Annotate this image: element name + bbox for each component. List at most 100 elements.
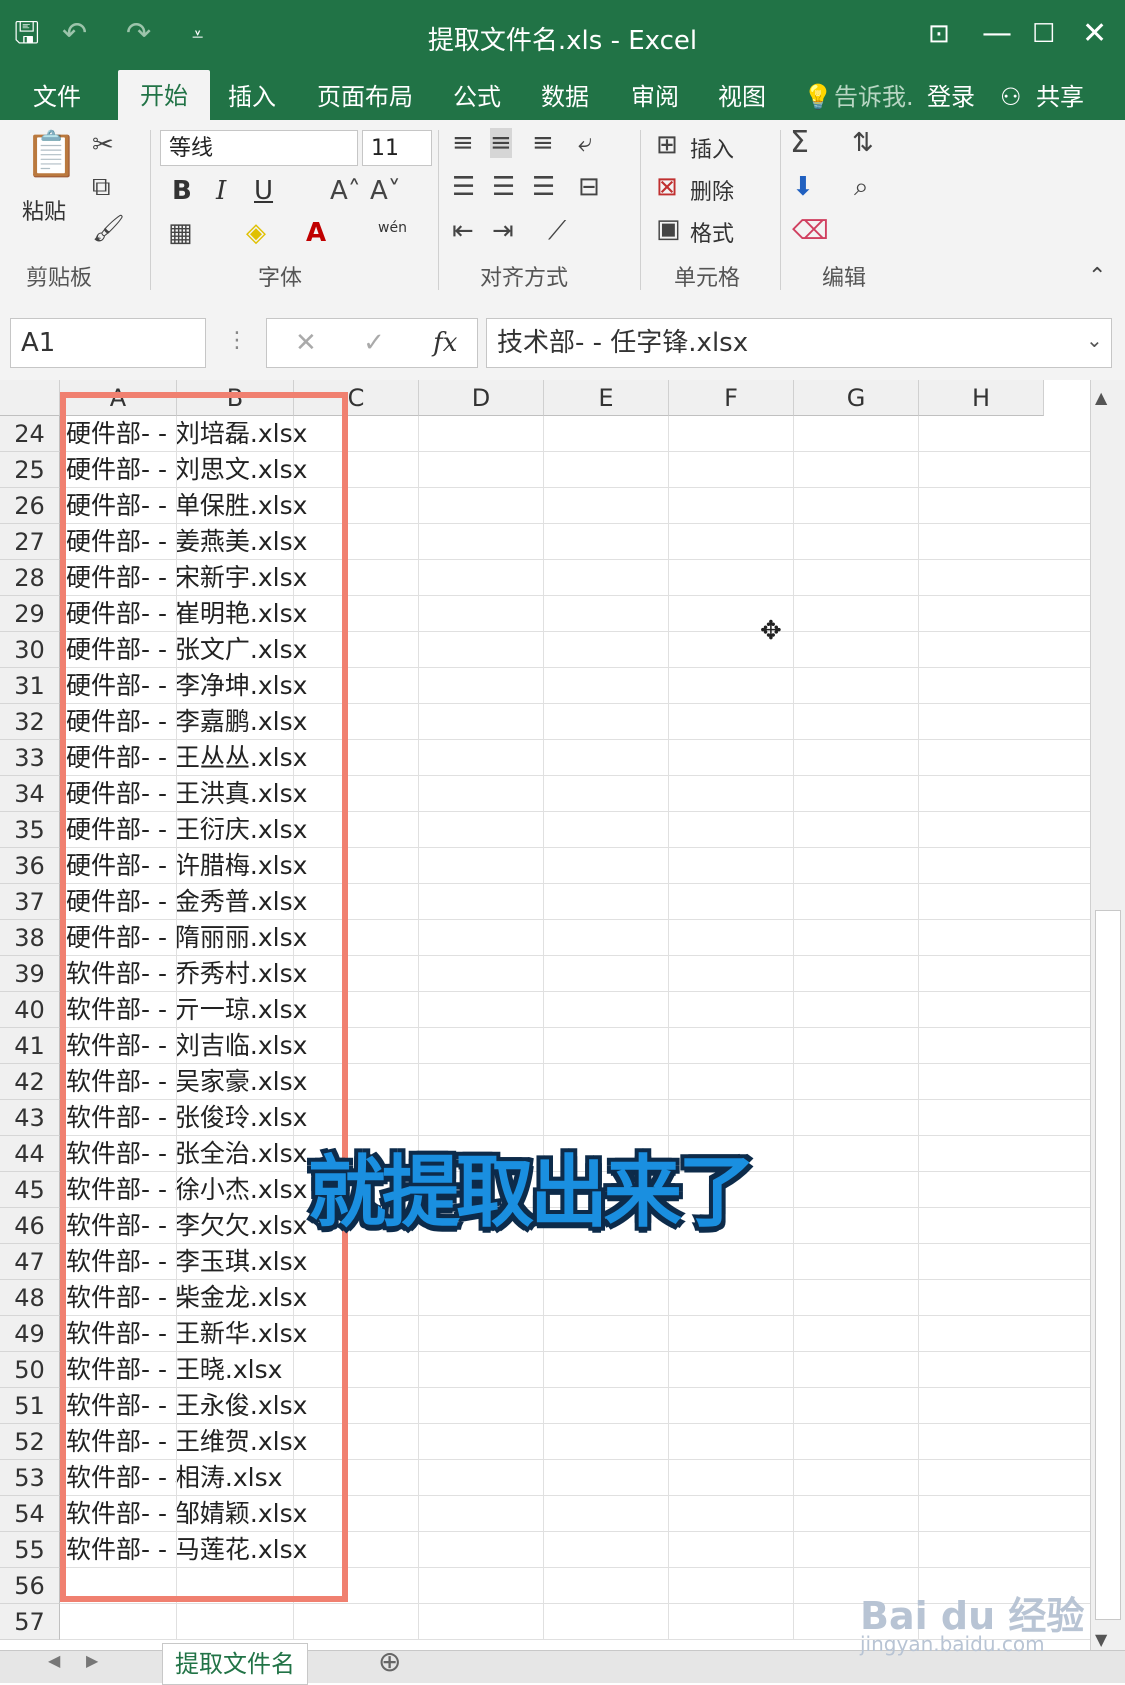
column-header-h[interactable]: H — [919, 380, 1044, 416]
wrap-text-icon[interactable]: ⤶ — [578, 128, 593, 158]
format-painter-icon[interactable]: 🖌 — [92, 214, 125, 244]
delete-cells-button[interactable]: 删除 — [690, 174, 734, 206]
row-header[interactable]: 34 — [0, 776, 60, 812]
column-header-d[interactable]: D — [419, 380, 544, 416]
fill-color-icon[interactable]: ◈ — [246, 218, 266, 248]
autosum-icon[interactable]: Σ — [790, 128, 809, 158]
row-header[interactable]: 39 — [0, 956, 60, 992]
align-right-icon[interactable]: ☰ — [532, 172, 555, 202]
row-header[interactable]: 35 — [0, 812, 60, 848]
phonetic-button[interactable]: wén — [378, 220, 407, 236]
clear-icon[interactable]: ⌫ — [792, 216, 829, 246]
cell-a[interactable] — [62, 1604, 332, 1640]
prev-sheet-icon[interactable]: ◀ — [48, 1651, 60, 1670]
row-header[interactable]: 57 — [0, 1604, 60, 1640]
row-header[interactable]: 32 — [0, 704, 60, 740]
tab-view[interactable]: 视图 — [718, 76, 766, 120]
login-link[interactable]: 登录 — [927, 76, 975, 120]
minimize-icon[interactable]: — — [982, 14, 1012, 54]
grow-font-icon[interactable]: A˄ — [330, 176, 361, 206]
decrease-indent-icon[interactable]: ⇤ — [452, 216, 474, 246]
column-header-e[interactable]: E — [544, 380, 669, 416]
row-header[interactable]: 24 — [0, 416, 60, 452]
row-header[interactable]: 26 — [0, 488, 60, 524]
row-header[interactable]: 51 — [0, 1388, 60, 1424]
maximize-icon[interactable]: ☐ — [1032, 14, 1055, 54]
shrink-font-icon[interactable]: A˅ — [370, 176, 401, 206]
row-header[interactable]: 44 — [0, 1136, 60, 1172]
next-sheet-icon[interactable]: ▶ — [86, 1651, 98, 1670]
italic-button[interactable]: I — [216, 176, 226, 206]
find-select-icon[interactable]: ⌕ — [854, 172, 869, 202]
merge-center-icon[interactable]: ⊟ — [578, 172, 600, 202]
row-header[interactable]: 40 — [0, 992, 60, 1028]
expand-formula-icon[interactable]: ⌄ — [1086, 328, 1103, 352]
underline-button[interactable]: U — [254, 176, 273, 206]
row-header[interactable]: 30 — [0, 632, 60, 668]
row-header[interactable]: 47 — [0, 1244, 60, 1280]
sheet-tab[interactable]: 提取文件名 — [162, 1643, 308, 1685]
insert-cells-icon[interactable]: ⊞ — [656, 130, 678, 160]
font-name-combo[interactable]: 等线 — [160, 130, 358, 166]
row-header[interactable]: 37 — [0, 884, 60, 920]
align-bottom-icon[interactable]: ≡ — [532, 128, 554, 158]
row-header[interactable]: 28 — [0, 560, 60, 596]
font-color-icon[interactable]: A — [306, 218, 326, 248]
increase-indent-icon[interactable]: ⇥ — [492, 216, 514, 246]
tell-me-box[interactable]: 告诉我. — [834, 76, 914, 120]
align-left-icon[interactable]: ☰ — [452, 172, 475, 202]
tab-formulas[interactable]: 公式 — [453, 76, 501, 120]
row-header[interactable]: 52 — [0, 1424, 60, 1460]
row-header[interactable]: 50 — [0, 1352, 60, 1388]
row-header[interactable]: 53 — [0, 1460, 60, 1496]
copy-icon[interactable]: ⧉ — [92, 172, 111, 202]
align-middle-icon[interactable]: ≡ — [490, 128, 512, 158]
select-all-corner[interactable] — [0, 380, 60, 416]
row-header[interactable]: 31 — [0, 668, 60, 704]
row-header[interactable]: 55 — [0, 1532, 60, 1568]
column-header-g[interactable]: G — [794, 380, 919, 416]
row-header[interactable]: 27 — [0, 524, 60, 560]
align-center-icon[interactable]: ☰ — [492, 172, 515, 202]
row-header[interactable]: 33 — [0, 740, 60, 776]
formula-input[interactable]: 技术部- - 任字锋.xlsx — [486, 318, 1112, 368]
ribbon-display-icon[interactable]: ⊡ — [928, 14, 950, 54]
paste-icon[interactable]: 📋 — [24, 130, 79, 180]
row-header[interactable]: 49 — [0, 1316, 60, 1352]
vertical-scrollbar[interactable]: ▲ ▼ — [1090, 380, 1125, 1665]
orientation-icon[interactable]: ⟋ — [548, 216, 566, 246]
paste-button[interactable]: 粘贴 — [22, 194, 66, 226]
row-header[interactable]: 41 — [0, 1028, 60, 1064]
tab-data[interactable]: 数据 — [541, 76, 589, 120]
format-cells-button[interactable]: 格式 — [690, 216, 734, 248]
scroll-thumb[interactable] — [1095, 910, 1121, 1620]
align-top-icon[interactable]: ≡ — [452, 128, 474, 158]
font-size-combo[interactable]: 11 — [362, 130, 432, 166]
sort-filter-icon[interactable]: ⇅ — [852, 128, 874, 158]
tab-home[interactable]: 开始 — [118, 70, 210, 120]
row-header[interactable]: 42 — [0, 1064, 60, 1100]
cut-icon[interactable]: ✂ — [92, 130, 114, 160]
tab-review[interactable]: 审阅 — [631, 76, 679, 120]
border-icon[interactable]: ▦ — [168, 218, 193, 248]
scroll-down-icon[interactable]: ▼ — [1095, 1630, 1107, 1649]
fill-icon[interactable]: ⬇ — [792, 172, 814, 202]
share-button[interactable]: 共享 — [1036, 76, 1084, 120]
enter-icon[interactable]: ✓ — [363, 328, 385, 358]
tab-page-layout[interactable]: 页面布局 — [317, 76, 413, 120]
row-header[interactable]: 43 — [0, 1100, 60, 1136]
row-header[interactable]: 25 — [0, 452, 60, 488]
delete-cells-icon[interactable]: ⊠ — [656, 172, 678, 202]
row-header[interactable]: 29 — [0, 596, 60, 632]
row-header[interactable]: 36 — [0, 848, 60, 884]
row-header[interactable]: 38 — [0, 920, 60, 956]
row-header[interactable]: 56 — [0, 1568, 60, 1604]
row-header[interactable]: 45 — [0, 1172, 60, 1208]
format-cells-icon[interactable]: ▣ — [656, 214, 681, 244]
close-icon[interactable]: ✕ — [1082, 14, 1107, 54]
tab-file[interactable]: 文件 — [33, 76, 81, 120]
collapse-ribbon-icon[interactable]: ⌃ — [1088, 262, 1106, 292]
row-header[interactable]: 48 — [0, 1280, 60, 1316]
cancel-icon[interactable]: ✕ — [295, 328, 317, 358]
tab-insert[interactable]: 插入 — [228, 76, 276, 120]
